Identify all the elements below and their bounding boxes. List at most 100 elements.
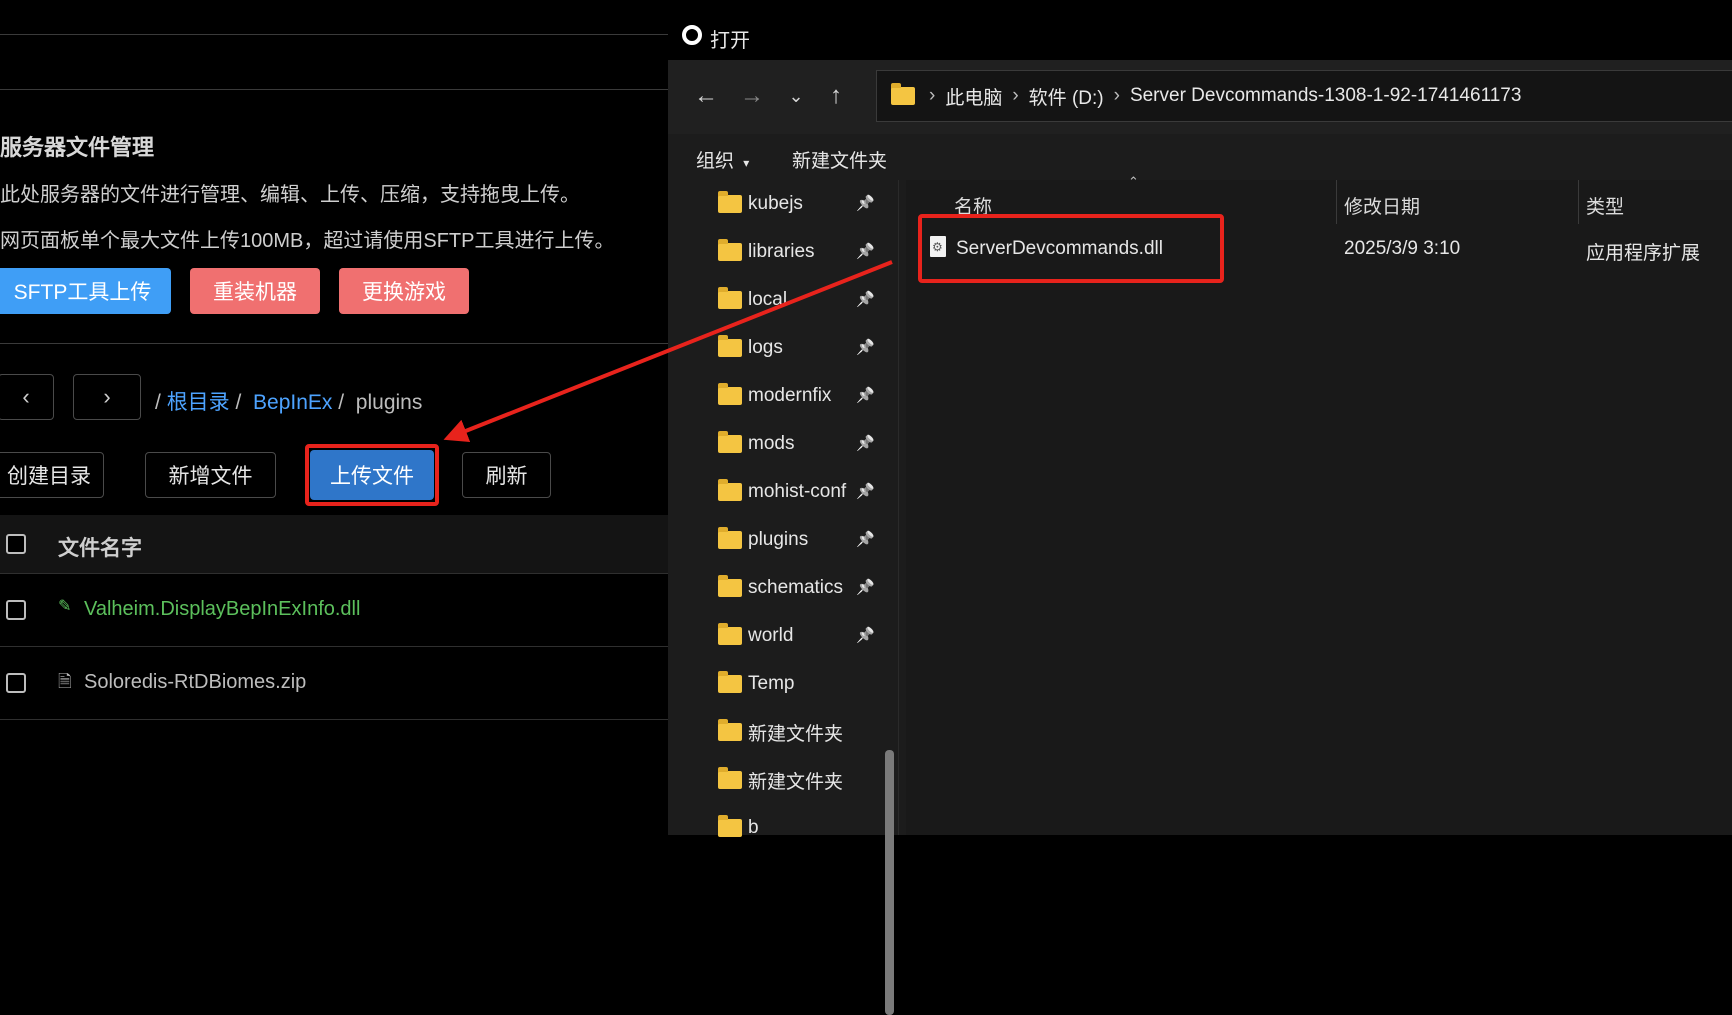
address-segment-drive[interactable]: 软件 (D:) [1029, 83, 1104, 110]
select-all-checkbox[interactable] [6, 534, 26, 554]
breadcrumb-separator: / [235, 391, 242, 414]
divider [0, 343, 668, 344]
chevron-left-icon: ‹ [22, 384, 30, 409]
folder-icon [718, 335, 742, 357]
file-name[interactable]: Soloredis-RtDBiomes.zip [84, 671, 306, 694]
back-arrow-icon[interactable]: ← [688, 78, 724, 114]
recent-dropdown-icon[interactable]: ⌄ [778, 78, 814, 114]
nav-folder-item[interactable]: b [718, 808, 878, 848]
nav-folder-label: mods [748, 433, 795, 454]
folder-icon [718, 479, 742, 501]
nav-folder-label: 新建文件夹 [748, 723, 844, 745]
navigation-pane: kubejs 📌 libraries 📌 local 📌 logs 📌 modernfix 📌 mo… [668, 180, 899, 1015]
sort-ascending-icon: ⌃ [1128, 174, 1139, 189]
nav-folder-item[interactable]: world [718, 616, 878, 656]
column-file-name: 文件名字 [58, 537, 142, 560]
command-bar: 组织 ▾ 新建文件夹 [668, 134, 1732, 180]
nav-folder-item[interactable]: mods [718, 424, 878, 464]
nav-folder-item[interactable]: mohist-conf [718, 472, 878, 512]
back-button[interactable]: ‹ [0, 374, 54, 420]
description-line-1: 此处服务器的文件进行管理、编辑、上传、压缩，支持拖曳上传。 [0, 184, 580, 206]
breadcrumb: / 根目录 / BepInEx / plugins [155, 386, 422, 416]
file-type: 应用程序扩展 [1586, 243, 1701, 264]
chevron-right-icon: › [103, 384, 111, 409]
pin-icon: 📌 [856, 483, 875, 500]
folder-icon [718, 671, 742, 693]
folder-icon [718, 815, 742, 837]
folder-icon [718, 767, 742, 789]
reinstall-button[interactable]: 重装机器 [190, 268, 320, 314]
sftp-upload-button[interactable]: SFTP工具上传 [0, 268, 171, 314]
pin-icon: 📌 [856, 195, 875, 212]
highlight-dll-file [918, 214, 1224, 283]
address-segment-folder[interactable]: Server Devcommands-1308-1-92-1741461173 [1130, 85, 1522, 107]
change-game-button[interactable]: 更换游戏 [339, 268, 469, 314]
nav-folder-label: libraries [748, 241, 815, 262]
nav-folder-label: schematics [748, 577, 844, 598]
open-file-dialog: 打开 ← → ⌄ ↑ › 此电脑 › 软件 (D:) › Server Devc… [668, 0, 1732, 1015]
chevron-right-icon: › [1012, 85, 1019, 106]
create-directory-button[interactable]: 创建目录 [0, 452, 104, 498]
column-type[interactable]: 类型 [1586, 192, 1624, 219]
edit-icon[interactable]: ✎ [58, 596, 71, 616]
column-date-modified[interactable]: 修改日期 [1344, 192, 1420, 219]
nav-folder-label: mohist-conf [748, 481, 847, 502]
folder-icon [718, 239, 742, 261]
forward-button[interactable]: › [73, 374, 141, 420]
caret-down-icon: ▾ [743, 156, 750, 170]
up-arrow-icon[interactable]: ↑ [818, 78, 854, 114]
table-row[interactable]: ✎ Valheim.DisplayBepInExInfo.dll [0, 574, 668, 647]
nav-folder-item[interactable]: kubejs [718, 184, 878, 224]
row-checkbox[interactable] [6, 600, 26, 620]
pin-icon: 📌 [856, 627, 875, 644]
folder-icon [718, 719, 742, 741]
web-file-manager: 服务器文件管理 此处服务器的文件进行管理、编辑、上传、压缩，支持拖曳上传。 网页… [0, 0, 668, 835]
column-divider[interactable] [1578, 180, 1579, 224]
scrollbar[interactable] [885, 750, 894, 1015]
folder-icon [718, 431, 742, 453]
nav-folder-item[interactable]: schematics [718, 568, 878, 608]
nav-folder-label: 新建文件夹 [748, 771, 844, 793]
nav-folder-item[interactable]: logs [718, 328, 878, 368]
folder-icon [718, 383, 742, 405]
folder-icon [718, 191, 742, 213]
breadcrumb-bepinex[interactable]: BepInEx [253, 391, 332, 414]
file-name[interactable]: Valheim.DisplayBepInExInfo.dll [84, 598, 360, 621]
breadcrumb-root[interactable]: 根目录 [167, 391, 230, 414]
forward-arrow-icon[interactable]: → [734, 78, 770, 114]
new-file-button[interactable]: 新增文件 [145, 452, 276, 498]
nav-folder-item[interactable]: 新建文件夹 [718, 712, 878, 752]
address-bar[interactable]: › 此电脑 › 软件 (D:) › Server Devcommands-130… [876, 70, 1732, 122]
pin-icon: 📌 [856, 531, 875, 548]
breadcrumb-current: plugins [355, 391, 423, 414]
divider [0, 34, 668, 35]
address-segment-pc[interactable]: 此电脑 [945, 83, 1002, 110]
nav-folder-item[interactable]: local [718, 280, 878, 320]
column-divider[interactable] [1336, 180, 1337, 224]
nav-folder-item[interactable]: 新建文件夹 [718, 760, 878, 800]
pin-icon: 📌 [856, 243, 875, 260]
nav-folder-label: modernfix [748, 385, 832, 406]
new-folder-button[interactable]: 新建文件夹 [792, 146, 887, 173]
pin-icon: 📌 [856, 579, 875, 596]
nav-folder-label: world [748, 625, 794, 646]
nav-folder-item[interactable]: modernfix [718, 376, 878, 416]
nav-folder-item[interactable]: libraries [718, 232, 878, 272]
document-icon: 🗎 [58, 672, 72, 691]
file-table-header: 文件名字 [0, 515, 668, 574]
nav-folder-label: Temp [748, 673, 795, 694]
qq-app-icon [682, 25, 702, 45]
refresh-button[interactable]: 刷新 [462, 452, 551, 498]
organize-menu[interactable]: 组织 ▾ [696, 146, 749, 173]
nav-folder-label: local [748, 289, 788, 310]
table-row[interactable]: 🗎 Soloredis-RtDBiomes.zip [0, 647, 668, 720]
nav-folder-item[interactable]: plugins [718, 520, 878, 560]
folder-icon [718, 623, 742, 645]
pin-icon: 📌 [856, 339, 875, 356]
highlight-upload-button [305, 444, 439, 506]
nav-folder-label: plugins [748, 529, 809, 550]
description-line-2: 网页面板单个最大文件上传100MB，超过请使用SFTP工具进行上传。 [0, 230, 615, 252]
file-date: 2025/3/9 3:10 [1344, 238, 1461, 259]
nav-folder-item[interactable]: Temp [718, 664, 878, 704]
row-checkbox[interactable] [6, 673, 26, 693]
